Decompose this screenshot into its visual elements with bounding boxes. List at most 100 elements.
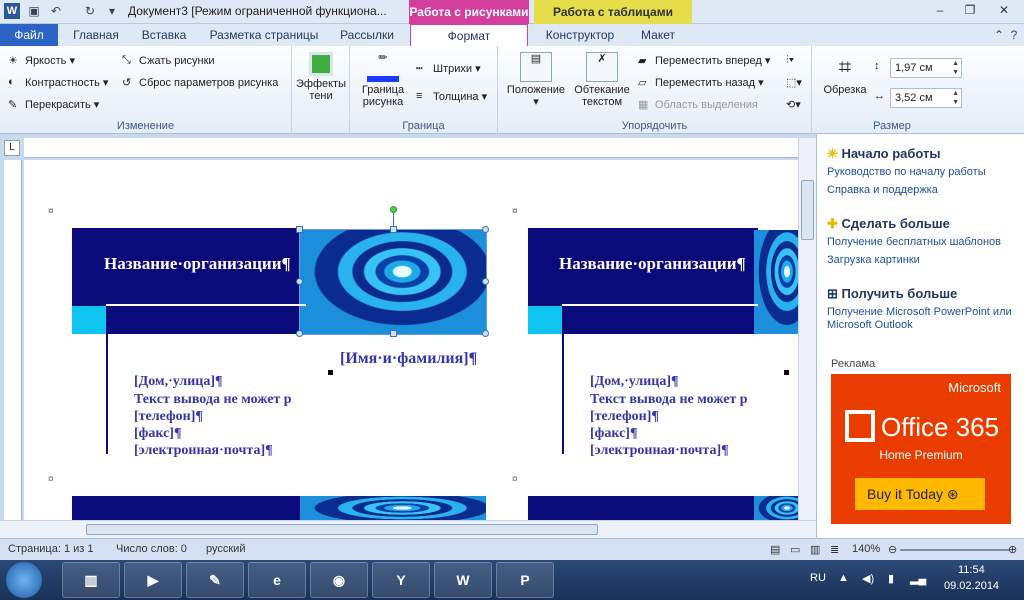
tab-page-layout[interactable]: Разметка страницы — [204, 24, 324, 46]
email-line[interactable]: [электронная·почта]¶ — [590, 443, 729, 459]
power-icon[interactable]: ▮ — [888, 572, 894, 585]
organization-name[interactable]: Название·организации¶ — [559, 254, 746, 274]
group-objects-icon[interactable]: ⬚▾ — [786, 76, 802, 89]
paint-icon[interactable]: ✎ — [186, 562, 244, 598]
resize-handle[interactable] — [390, 330, 397, 337]
align-icon[interactable]: ⫶▾ — [786, 54, 794, 67]
zoom-in-icon[interactable]: ⊕ — [1008, 543, 1017, 556]
link-free-templates[interactable]: Получение бесплатных шаблонов — [827, 236, 1001, 248]
page-count[interactable]: Страница: 1 из 1 — [8, 543, 94, 555]
link-getting-started-guide[interactable]: Руководство по началу работы — [827, 166, 986, 178]
zoom-level[interactable]: 140% — [852, 543, 880, 555]
dashes-button[interactable]: ┅ Штрихи ▾ — [416, 62, 481, 76]
word-count[interactable]: Число слов: 0 — [116, 543, 187, 555]
picture-border-button[interactable]: ✏ Граница рисунка — [356, 52, 410, 108]
resize-handle[interactable] — [296, 226, 303, 233]
scroll-thumb[interactable] — [86, 524, 598, 535]
powerpoint-taskbar-icon[interactable]: P — [496, 562, 554, 598]
selection-pane-button[interactable]: ▦ Область выделения — [638, 98, 758, 112]
tab-format[interactable]: Формат — [410, 24, 528, 46]
office-365-ad[interactable]: Microsoft Office 365 Home Premium Buy it… — [831, 374, 1011, 524]
media-player-icon[interactable]: ▶ — [124, 562, 182, 598]
tab-file[interactable]: Файл — [0, 24, 58, 46]
address-line[interactable]: [Дом,·улица]¶ — [590, 374, 679, 390]
language[interactable]: русский — [206, 543, 245, 555]
link-get-powerpoint[interactable]: Получение Microsoft PowerPoint или — [827, 306, 1012, 318]
compress-pictures-button[interactable]: ⤡ Сжать рисунки — [122, 54, 215, 68]
rotate-handle[interactable] — [390, 206, 397, 213]
bring-forward-button[interactable]: ▰ Переместить вперед ▾ — [638, 54, 770, 68]
tab-design[interactable]: Конструктор — [538, 24, 622, 46]
zoom-slider[interactable] — [900, 549, 1010, 551]
link-clipart[interactable]: Загрузка картинки — [827, 254, 920, 266]
reset-picture-button[interactable]: ↺ Сброс параметров рисунка — [122, 76, 278, 90]
horizontal-ruler[interactable] — [24, 138, 798, 158]
tray-up-arrow-icon[interactable]: ▲ — [838, 572, 849, 584]
send-backward-button[interactable]: ▱ Переместить назад ▾ — [638, 76, 764, 90]
undo-icon[interactable]: ↶ — [48, 3, 64, 19]
water-ripple-image[interactable] — [300, 496, 486, 520]
tab-mailings[interactable]: Рассылки — [332, 24, 402, 46]
phone-line[interactable]: [телефон]¶ — [590, 409, 659, 425]
water-ripple-image[interactable] — [754, 230, 798, 334]
fax-line[interactable]: [факс]¶ — [134, 426, 182, 442]
word-app-icon[interactable]: W — [4, 3, 20, 19]
firefox-icon[interactable]: ◉ — [310, 562, 368, 598]
scroll-thumb[interactable] — [801, 180, 814, 240]
internet-explorer-icon[interactable]: e — [248, 562, 306, 598]
address-line[interactable]: [Дом,·улица]¶ — [134, 374, 223, 390]
water-ripple-image[interactable] — [299, 229, 487, 335]
explorer-icon[interactable]: ▥ — [62, 562, 120, 598]
yandex-browser-icon[interactable]: Y — [372, 562, 430, 598]
crop-button[interactable]: ⌗ Обрезка — [818, 52, 872, 96]
web-layout-icon[interactable]: ▥ — [810, 543, 820, 556]
wrap-text-button[interactable]: ✗ Обтекание текстом — [570, 52, 634, 108]
spin-arrows-icon[interactable]: ▲ ▼ — [952, 59, 959, 77]
tab-layout[interactable]: Макет — [630, 24, 686, 46]
outline-icon[interactable]: ≣ — [830, 543, 839, 556]
phone-line[interactable]: [телефон]¶ — [134, 409, 203, 425]
word-taskbar-icon[interactable]: W — [434, 562, 492, 598]
brightness-button[interactable]: ☀ Яркость ▾ — [8, 54, 75, 68]
volume-icon[interactable]: ◀) — [862, 572, 874, 585]
recolor-button[interactable]: ✎ Перекрасить ▾ — [8, 98, 99, 112]
resize-handle[interactable] — [482, 226, 489, 233]
help-icon[interactable]: ? — [1006, 24, 1022, 46]
water-ripple-image[interactable] — [754, 496, 798, 520]
position-button[interactable]: ▤ Положение ▾ — [502, 52, 570, 108]
full-screen-icon[interactable]: ▭ — [790, 543, 800, 556]
close-icon[interactable]: ✕ — [986, 0, 1022, 20]
resize-handle[interactable] — [390, 226, 397, 233]
resize-handle[interactable] — [482, 278, 489, 285]
clock-date[interactable]: 09.02.2014 — [944, 580, 999, 592]
contrast-button[interactable]: ◐ Контрастность ▾ — [8, 76, 108, 90]
minimize-icon[interactable]: – — [926, 0, 954, 20]
document-page[interactable]: ¤ ¤ ¤ ¤ Название·организации¶ [Имя·и·фам… — [24, 160, 798, 520]
email-line[interactable]: [электронная·почта]¶ — [134, 443, 273, 459]
resize-handle[interactable] — [296, 278, 303, 285]
link-help-support[interactable]: Справка и поддержка — [827, 184, 938, 196]
person-name[interactable]: [Имя·и·фамилия]¶ — [340, 350, 477, 368]
save-icon[interactable]: ▣ — [26, 3, 42, 19]
vertical-ruler[interactable] — [4, 160, 22, 520]
resize-handle[interactable] — [482, 330, 489, 337]
height-stepper[interactable]: 1,97 см ▲ ▼ — [890, 58, 962, 78]
tab-home[interactable]: Главная — [66, 24, 126, 46]
weight-button[interactable]: ≡ Толщина ▾ — [416, 90, 487, 104]
customize-quick-access-icon[interactable]: ▾ — [104, 3, 120, 19]
vertical-scrollbar[interactable] — [798, 138, 816, 520]
restore-icon[interactable]: ❐ — [956, 0, 984, 20]
buy-button[interactable]: Buy it Today ⊛ — [855, 478, 985, 510]
print-layout-icon[interactable]: ▤ — [770, 543, 780, 556]
tab-selector[interactable]: L — [4, 140, 20, 156]
clock-time[interactable]: 11:54 — [958, 564, 985, 576]
link-get-outlook[interactable]: Microsoft Outlook — [827, 319, 913, 331]
organization-name[interactable]: Название·организации¶ — [104, 254, 291, 274]
redo-icon[interactable]: ↻ — [82, 3, 98, 19]
spin-arrows-icon[interactable]: ▲ ▼ — [952, 89, 959, 107]
fax-line[interactable]: [факс]¶ — [590, 426, 638, 442]
network-icon[interactable]: ▂▄ — [910, 572, 926, 585]
horizontal-scrollbar[interactable] — [0, 520, 816, 538]
start-button[interactable] — [6, 562, 42, 598]
tab-insert[interactable]: Вставка — [134, 24, 194, 46]
